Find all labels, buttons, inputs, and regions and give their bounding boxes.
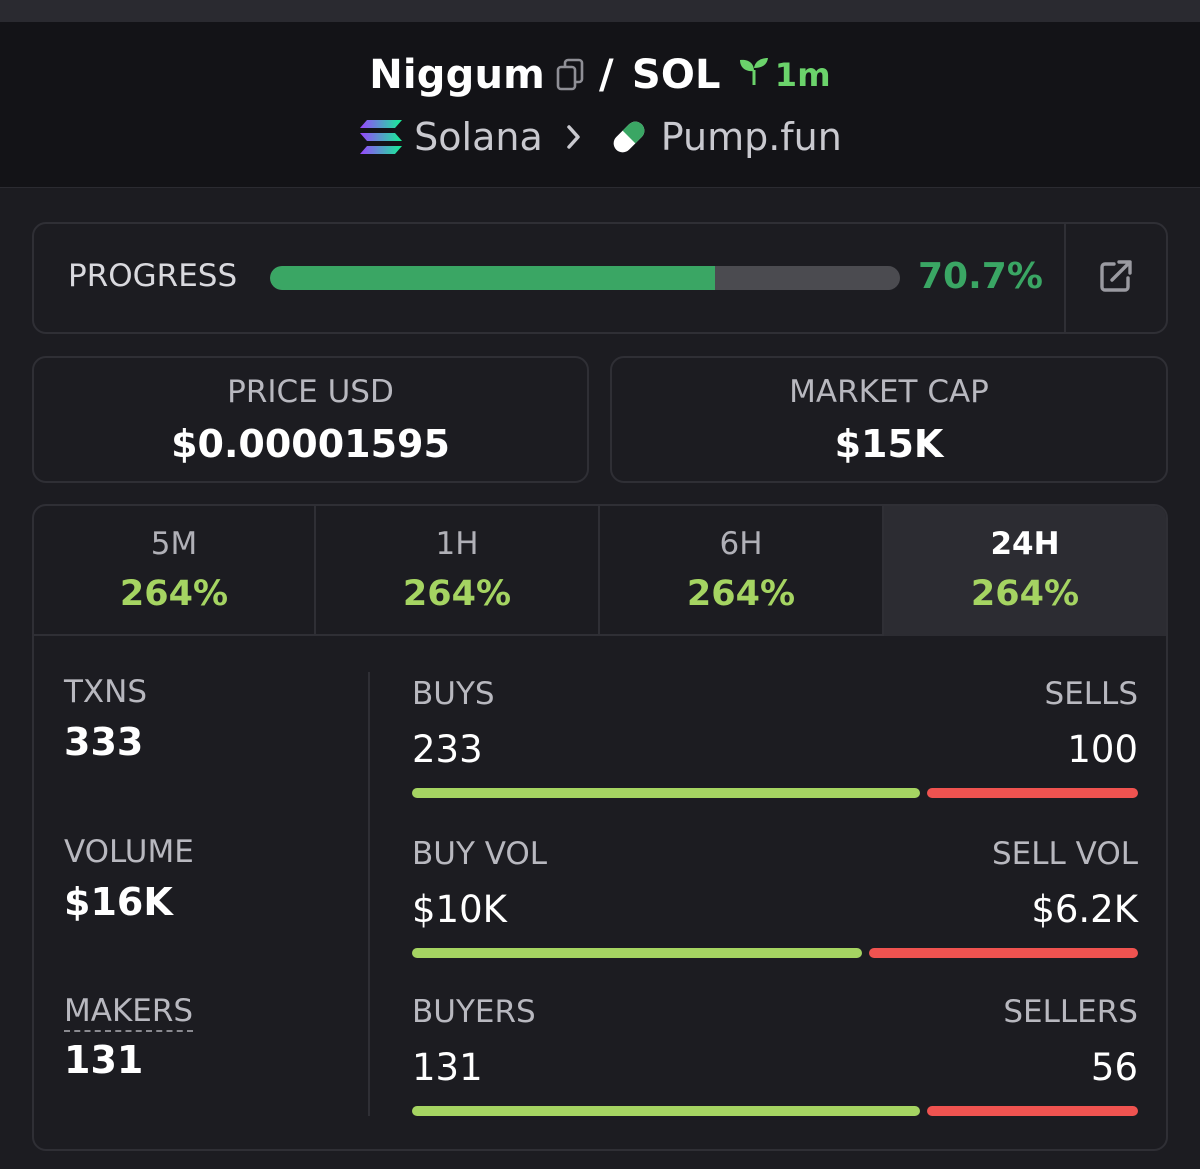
- sells-value: 100: [1067, 728, 1138, 771]
- price-usd-label: PRICE USD: [227, 374, 394, 410]
- breadcrumb-dex[interactable]: Pump.fun: [661, 115, 842, 159]
- buyers-label: BUYERS: [412, 994, 536, 1030]
- pill-icon: [607, 115, 651, 159]
- price-change: 264%: [402, 574, 512, 614]
- tab-label: 1H: [435, 526, 479, 562]
- makers-metric: MAKERS 131: [64, 993, 194, 1082]
- token-name: Niggum: [369, 52, 546, 98]
- progress-value: 70.7%: [918, 256, 1043, 297]
- txns-label: TXNS: [64, 674, 148, 710]
- seedling-icon: [737, 56, 775, 94]
- breadcrumb-chain[interactable]: Solana: [414, 115, 543, 159]
- pair-separator: /: [599, 52, 614, 98]
- external-link-icon: [1097, 257, 1135, 299]
- makers-value: 131: [64, 1037, 144, 1082]
- buys-label: BUYS: [412, 676, 495, 712]
- price-change: 264%: [686, 574, 796, 614]
- pair-age: 1m: [737, 56, 831, 94]
- tab-1h[interactable]: 1H 264%: [316, 506, 600, 636]
- solana-logo-icon: [358, 118, 404, 156]
- buyers-bar: [412, 1106, 921, 1116]
- pair-title: Niggum / SOL 1m: [0, 50, 1200, 100]
- sells-label: SELLS: [1044, 676, 1138, 712]
- sellers-bar: [927, 1106, 1138, 1116]
- price-change: 264%: [119, 574, 229, 614]
- txns-metric: TXNS 333: [64, 674, 147, 764]
- progress-bar: [270, 266, 900, 290]
- chevron-right-icon: [565, 123, 583, 151]
- progress-bar-fill: [270, 266, 716, 290]
- market-cap-value: $15K: [834, 422, 944, 466]
- sell-vol-value: $6.2K: [1031, 888, 1138, 931]
- buy-vol-label: BUY VOL: [412, 836, 548, 872]
- price-usd-card: PRICE USD $0.00001595: [32, 356, 589, 483]
- sell-vol-bar: [869, 948, 1138, 958]
- buys-value: 233: [412, 728, 483, 771]
- volume-value: $16K: [64, 880, 173, 924]
- sells-bar: [927, 788, 1138, 798]
- sellers-value: 56: [1090, 1046, 1138, 1089]
- bonding-progress-card: PROGRESS 70.7%: [32, 222, 1168, 334]
- stats-card: 5M 264% 1H 264% 6H 264% 24H 264% TXNS 33…: [32, 504, 1168, 1151]
- pair-header: Niggum / SOL 1m Solana Pump.fun: [0, 22, 1200, 188]
- top-strip: [0, 0, 1200, 22]
- progress-label: PROGRESS: [68, 258, 238, 294]
- buys-sells-ratio-bar: [412, 788, 1138, 798]
- sellers-label: SELLERS: [1003, 994, 1138, 1030]
- quote-token: SOL: [631, 52, 721, 98]
- makers-label[interactable]: MAKERS: [64, 993, 194, 1032]
- tab-5m[interactable]: 5M 264%: [34, 506, 316, 636]
- breadcrumb: Solana Pump.fun: [0, 112, 1200, 162]
- pair-age-value: 1m: [774, 56, 831, 94]
- tab-24h[interactable]: 24H 264%: [884, 506, 1166, 636]
- price-usd-value: $0.00001595: [171, 422, 450, 466]
- tab-label: 6H: [719, 526, 763, 562]
- tab-label: 24H: [990, 526, 1060, 562]
- volume-ratio-bar: [412, 948, 1138, 958]
- sell-vol-label: SELL VOL: [992, 836, 1138, 872]
- copy-icon[interactable]: [555, 58, 585, 92]
- volume-metric: VOLUME $16K: [64, 834, 194, 924]
- buyers-value: 131: [412, 1046, 483, 1089]
- tab-6h[interactable]: 6H 264%: [600, 506, 884, 636]
- tab-label: 5M: [150, 526, 198, 562]
- buyers-ratio-bar: [412, 1106, 1138, 1116]
- market-cap-label: MARKET CAP: [789, 374, 989, 410]
- buy-vol-value: $10K: [412, 888, 507, 931]
- timeframe-tabs: 5M 264% 1H 264% 6H 264% 24H 264%: [34, 506, 1166, 636]
- price-change: 264%: [970, 574, 1080, 614]
- txns-value: 333: [64, 720, 144, 764]
- volume-label: VOLUME: [64, 834, 194, 870]
- external-link-button[interactable]: [1066, 224, 1166, 332]
- column-divider: [368, 672, 370, 1116]
- buys-bar: [412, 788, 921, 798]
- buy-vol-bar: [412, 948, 863, 958]
- market-cap-card: MARKET CAP $15K: [610, 356, 1168, 483]
